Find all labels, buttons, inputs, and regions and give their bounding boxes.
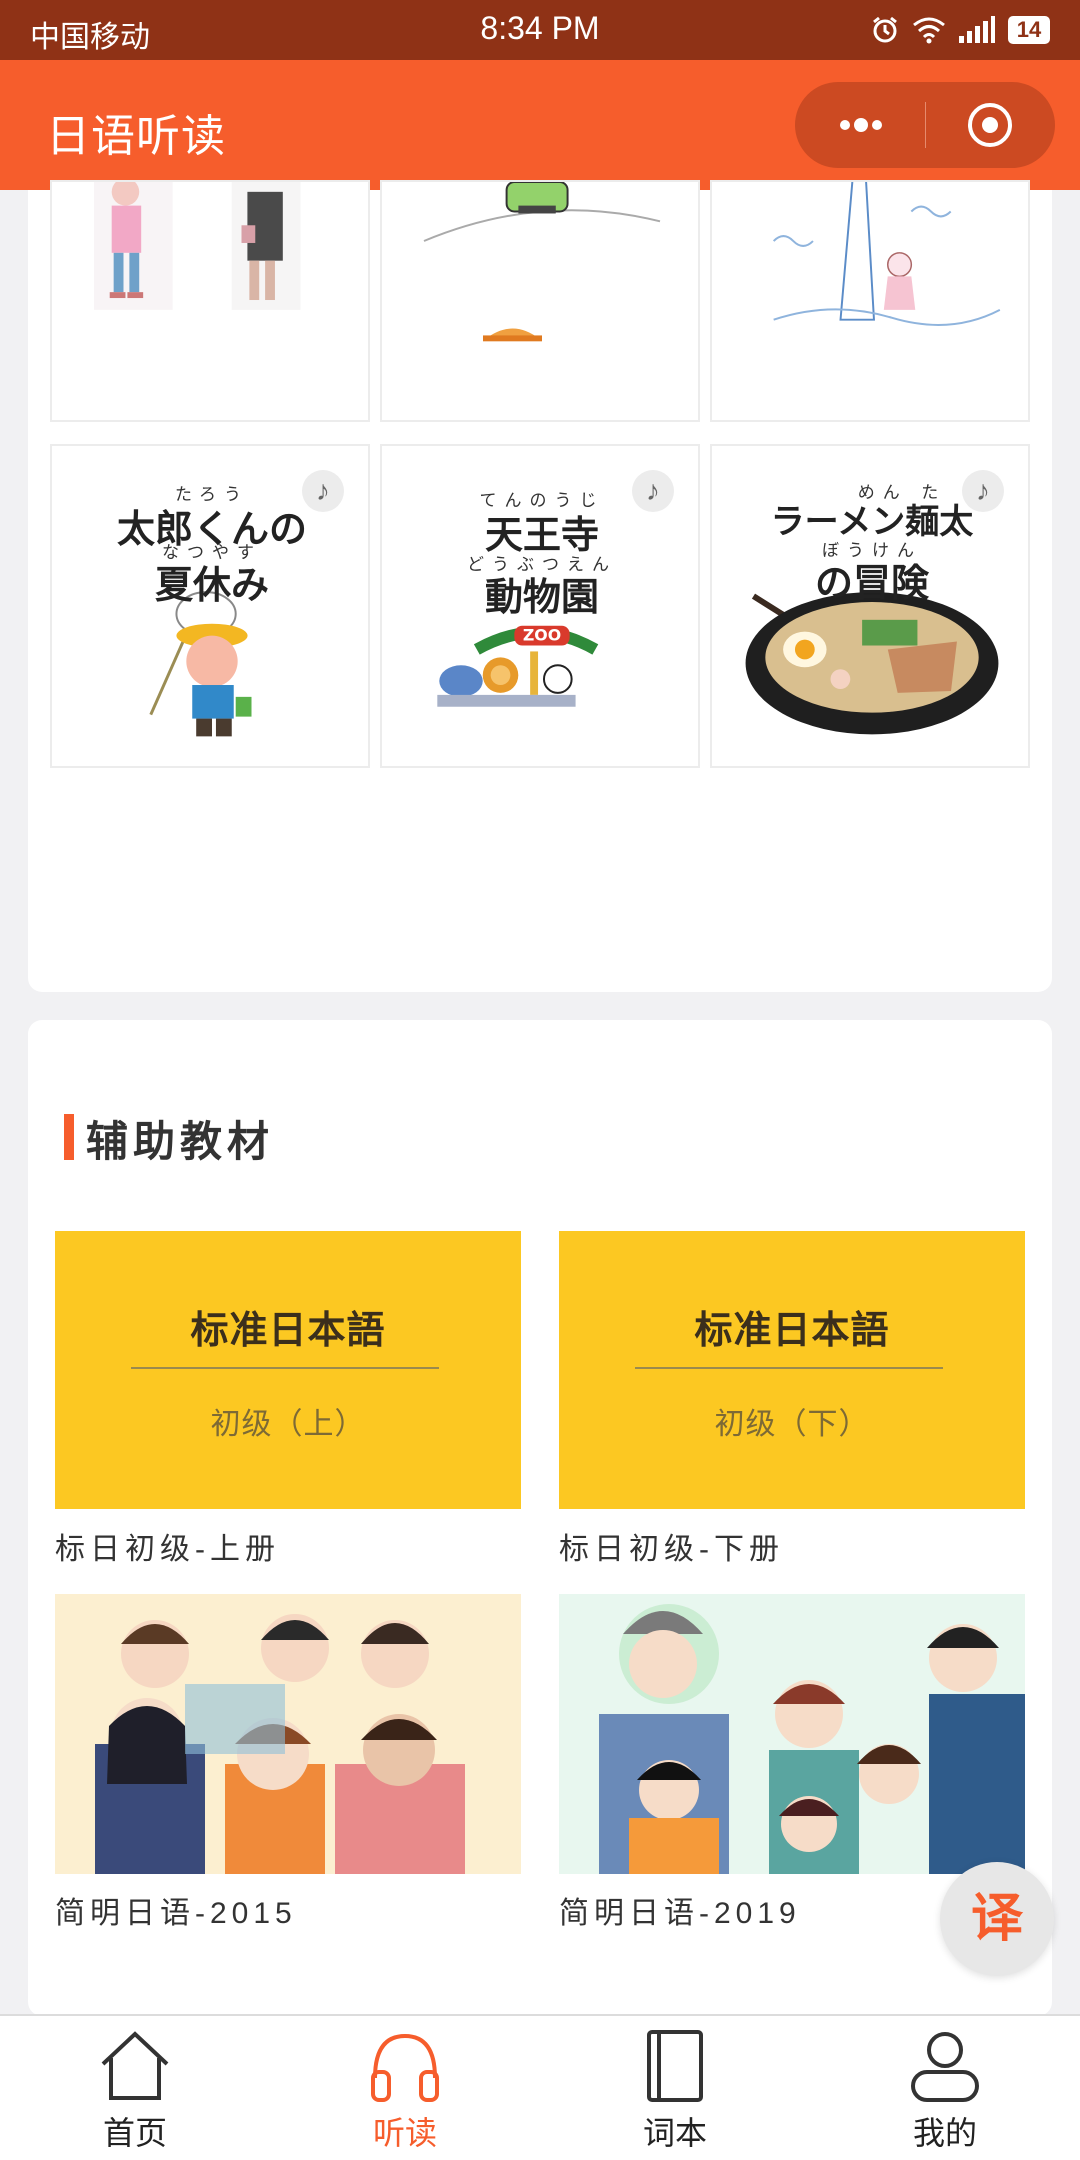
story-tile-summer-vacation[interactable]: ♪ たろう 太郎くんの なつやす 夏休み	[50, 444, 370, 768]
book-caption[interactable]: 标日初级-下册	[559, 1524, 784, 1568]
wifi-icon	[913, 17, 945, 44]
story-tile[interactable]	[380, 180, 700, 422]
close-target-icon[interactable]	[963, 100, 1017, 150]
group-characters-illustration	[559, 1594, 1025, 1874]
tab-label: 词本	[642, 2115, 707, 2151]
story-title-line: 夏休み	[154, 563, 269, 607]
materials-card: 辅助教材 标准日本語 初级（上） 标日初级-上册 标准日本語 初级（下） 标日初…	[28, 1020, 1052, 2016]
tab-wordbook[interactable]: 词本	[540, 2016, 810, 2160]
app-root: 中国移动 8:34 PM 14 日语听读 ♪ たろう 太郎くんの なつやす 夏休…	[0, 0, 1080, 2160]
story-illustration	[423, 182, 661, 342]
battery-indicator: 14	[1008, 16, 1050, 44]
stories-card: ♪ たろう 太郎くんの なつやす 夏休み ZOO ♪ てんのうじ 天王寺 どうぶ…	[28, 180, 1052, 992]
course-cover-2019[interactable]	[559, 1594, 1025, 1874]
story-tile[interactable]	[710, 180, 1030, 422]
book-cover-subtitle: 初级（下）	[714, 1408, 870, 1441]
page-title: 日语听读	[46, 112, 226, 161]
status-icons: 14	[870, 12, 1050, 48]
bottom-tab-bar: 首页 听读 词本 我的	[0, 2014, 1080, 2160]
course-cover-2015[interactable]	[55, 1594, 521, 1874]
miniprogram-capsule	[795, 82, 1055, 168]
book-cover-title: 标准日本語	[694, 1310, 890, 1352]
book-caption[interactable]: 标日初级-上册	[55, 1524, 280, 1568]
book-cover-divider	[131, 1367, 439, 1369]
book-cover-vol1[interactable]: 标准日本語 初级（上）	[55, 1231, 521, 1509]
tab-label: 我的	[912, 2115, 977, 2151]
section-accent-bar	[64, 1114, 74, 1160]
signal-icon	[959, 16, 995, 43]
notebook-icon	[647, 2030, 703, 2102]
story-illustration	[93, 182, 301, 310]
user-icon	[911, 2032, 979, 2102]
tab-profile[interactable]: 我的	[810, 2016, 1080, 2160]
more-dots-icon[interactable]	[833, 100, 889, 150]
course-caption[interactable]: 简明日语-2015	[55, 1888, 297, 1932]
tab-home[interactable]: 首页	[0, 2016, 270, 2160]
capsule-divider	[925, 102, 926, 148]
app-header: 日语听读	[0, 60, 1080, 190]
story-tile-ramen-adventure[interactable]: ♪ めん た ラーメン麺太 ぼうけん の冒険	[710, 444, 1030, 768]
book-cover-title: 标准日本語	[190, 1310, 386, 1352]
book-cover-subtitle: 初级（上）	[210, 1408, 366, 1441]
story-tile-tennoji-zoo[interactable]: ZOO ♪ てんのうじ 天王寺 どうぶつえん 動物園	[380, 444, 700, 768]
story-illustration	[772, 182, 1001, 326]
home-icon	[101, 2031, 169, 2100]
tab-label: 听读	[372, 2115, 437, 2151]
course-caption[interactable]: 简明日语-2019	[559, 1888, 801, 1932]
alarm-icon	[873, 16, 897, 43]
translate-button[interactable]: 译	[940, 1862, 1054, 1976]
status-bar: 中国移动 8:34 PM 14	[0, 0, 1080, 60]
story-title-line: の冒険	[814, 561, 929, 605]
tab-listen-read[interactable]: 听读	[270, 2016, 540, 2160]
svg-text:ZOO: ZOO	[523, 626, 561, 645]
group-characters-illustration	[55, 1594, 521, 1874]
book-cover-vol2[interactable]: 标准日本語 初级（下）	[559, 1231, 1025, 1509]
story-tile[interactable]	[50, 180, 370, 422]
tab-label: 首页	[102, 2115, 167, 2151]
story-title-line: 動物園	[484, 575, 599, 619]
headphones-icon	[371, 2033, 439, 2102]
section-title: 辅助教材	[86, 1118, 275, 1165]
book-cover-divider	[635, 1367, 943, 1369]
